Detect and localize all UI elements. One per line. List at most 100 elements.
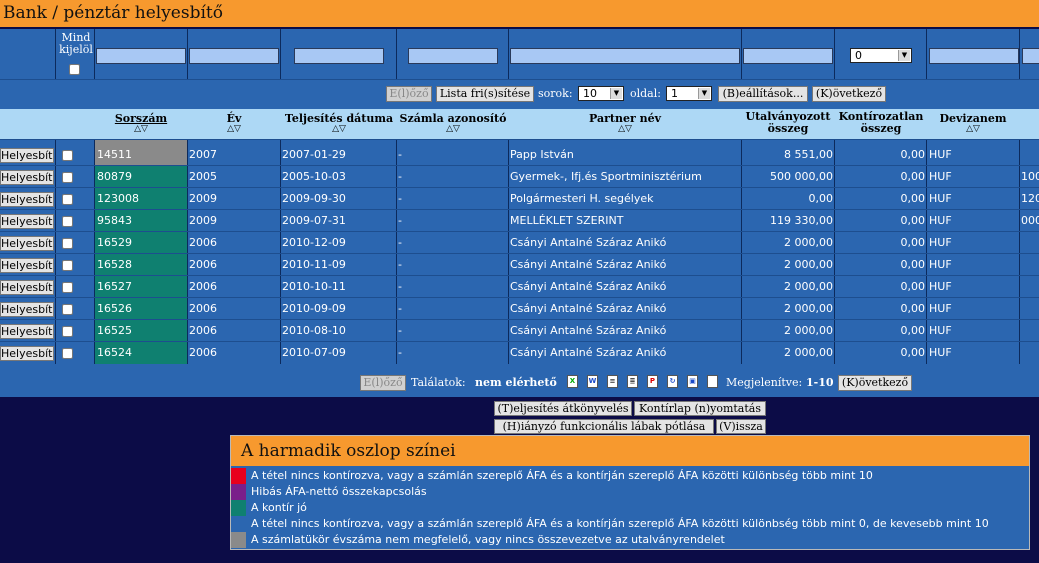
col-divider (508, 188, 509, 210)
hianyzo-labak-button[interactable]: (H)iányzó funkcionális lábak pótlása (494, 419, 714, 434)
filter-utalv-input[interactable] (743, 48, 833, 64)
col-divider (55, 210, 56, 232)
list-icon[interactable]: ≣ (627, 375, 638, 388)
filter-ev-input[interactable] (189, 48, 279, 64)
col-header-partner[interactable]: Partner név △▽ (509, 109, 741, 139)
cell-ev: 2005 (189, 170, 217, 183)
filter-datum-input[interactable] (294, 48, 384, 64)
cell-sorszam: 16527 (97, 280, 132, 293)
sort-arrows-icon[interactable]: △▽ (278, 125, 400, 134)
filter-extra-input[interactable] (1022, 48, 1039, 64)
sort-arrows-icon[interactable]: △▽ (509, 125, 741, 134)
cell-extra (1021, 320, 1039, 342)
col-divider (834, 298, 835, 320)
sort-arrows-icon[interactable]: △▽ (927, 125, 1019, 134)
helyesbit-button[interactable]: Helyesbít (0, 169, 54, 185)
helyesbit-button[interactable]: Helyesbít (0, 279, 54, 295)
sort-arrows-icon[interactable]: △▽ (95, 125, 187, 134)
text-icon[interactable]: ≡ (607, 375, 618, 388)
settings-button[interactable]: (B)eállítások... (718, 86, 808, 102)
filter-sorszam-input[interactable] (96, 48, 186, 64)
col-header-sorszam[interactable]: Sorszám △▽ (95, 109, 187, 139)
filter-szamla-input[interactable] (408, 48, 498, 64)
col-header-teljesites[interactable]: Teljesítés dátuma △▽ (278, 109, 400, 139)
col-divider (55, 232, 56, 254)
row-checkbox[interactable] (62, 237, 73, 249)
cell-datum: 2010-10-11 (282, 280, 346, 293)
col-header-szamla[interactable]: Számla azonosító △▽ (397, 109, 509, 139)
row-checkbox[interactable] (62, 303, 73, 315)
row-checkbox[interactable] (62, 325, 73, 337)
col-divider (834, 254, 835, 276)
helyesbit-button[interactable]: Helyesbít (0, 191, 54, 207)
col-divider (94, 210, 95, 232)
excel-icon[interactable]: X (567, 375, 578, 388)
kontirlap-nyomtatas-button[interactable]: Kontírlap (n)yomtatás (634, 401, 766, 416)
col-divider (834, 166, 835, 188)
pdf-icon[interactable]: P (647, 375, 658, 388)
helyesbit-button[interactable]: Helyesbít (0, 235, 54, 251)
col-divider (926, 254, 927, 276)
col-divider (94, 29, 95, 79)
cell-utalv: 2 000,00 (784, 236, 833, 249)
cell-deviza: HUF (929, 214, 952, 227)
row-checkbox[interactable] (62, 171, 73, 183)
word-icon[interactable]: W (587, 375, 598, 388)
row-checkbox[interactable] (62, 193, 73, 205)
refresh-list-button[interactable]: Lista fri(s)sítése (436, 86, 534, 102)
col-divider (280, 320, 281, 342)
cell-ev: 2006 (189, 324, 217, 337)
select-all-checkbox[interactable] (69, 64, 80, 75)
row-checkbox[interactable] (62, 259, 73, 271)
footer-next-button[interactable]: (K)övetkező (838, 375, 912, 391)
prev-button[interactable]: E(l)őző (386, 86, 432, 102)
page-select[interactable]: 1 ▼ (666, 86, 712, 101)
refresh-doc-icon[interactable]: ↻ (667, 375, 678, 388)
cell-extra: 100 (1021, 170, 1039, 183)
legend-item: A számlatükör évszáma nem megfelelő, vag… (231, 532, 1029, 548)
helyesbit-button[interactable]: Helyesbít (0, 147, 54, 163)
col-divider (1019, 166, 1020, 188)
cell-ev: 2009 (189, 214, 217, 227)
filter-deviza-input[interactable] (929, 48, 1019, 64)
footer-prev-button[interactable]: E(l)őző (360, 375, 406, 391)
col-divider (926, 276, 927, 298)
select-all-label: Mind kijelöl (59, 31, 93, 56)
cell-sorszam: 123008 (97, 192, 139, 205)
filter-devizanem-select[interactable]: 0 ▼ (850, 48, 912, 63)
chevron-down-icon: ▼ (898, 50, 910, 61)
col-divider (187, 298, 188, 320)
col-header-ev[interactable]: Év △▽ (188, 109, 280, 139)
sort-arrows-icon[interactable]: △▽ (397, 125, 509, 134)
rows-select[interactable]: 10 ▼ (578, 86, 624, 101)
col-divider (834, 320, 835, 342)
helyesbit-button[interactable]: Helyesbít (0, 213, 54, 229)
legend-item: Hibás ÁFA-nettó összekapcsolás (231, 484, 1029, 500)
col-header-devizanem[interactable]: Devizanem △▽ (927, 109, 1019, 139)
cell-ev: 2006 (189, 346, 217, 359)
blank-doc-icon[interactable] (707, 375, 718, 388)
legend-swatch (231, 484, 246, 500)
next-button[interactable]: (K)övetkező (812, 86, 886, 102)
cell-deviza: HUF (929, 236, 952, 249)
col-divider (280, 166, 281, 188)
row-checkbox[interactable] (62, 215, 73, 227)
col-divider (926, 342, 927, 364)
image-icon[interactable]: ▣ (687, 375, 698, 388)
cell-datum: 2005-10-03 (282, 170, 346, 183)
vissza-button[interactable]: (V)issza (716, 419, 766, 434)
helyesbit-button[interactable]: Helyesbít (0, 345, 54, 361)
helyesbit-button[interactable]: Helyesbít (0, 301, 54, 317)
helyesbit-button[interactable]: Helyesbít (0, 257, 54, 273)
col-divider (55, 276, 56, 298)
helyesbit-button[interactable]: Helyesbít (0, 323, 54, 339)
sort-arrows-icon[interactable]: △▽ (188, 125, 280, 134)
cell-extra (1021, 342, 1039, 364)
row-checkbox[interactable] (62, 281, 73, 293)
cell-szamla: - (398, 324, 402, 337)
cell-sorszam: 95843 (97, 214, 132, 227)
row-checkbox[interactable] (62, 347, 73, 359)
row-checkbox[interactable] (62, 149, 73, 161)
teljesites-atkonyveles-button[interactable]: (T)eljesítés átkönyvelés (494, 401, 632, 416)
filter-partner-input[interactable] (510, 48, 740, 64)
